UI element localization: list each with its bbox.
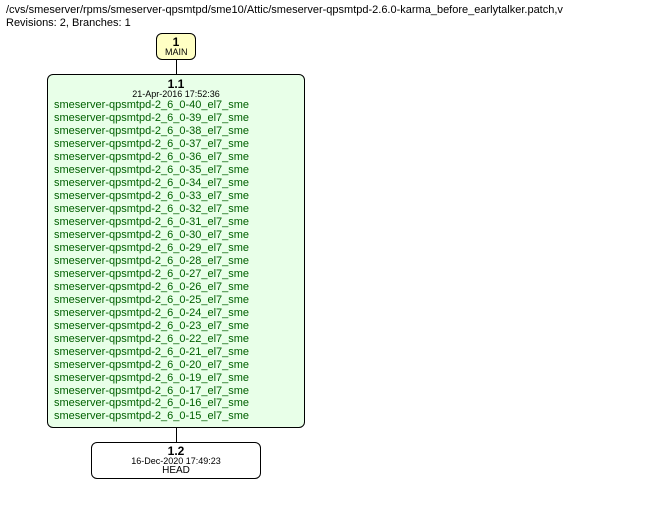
node-1-1[interactable]: 1.1 21-Apr-2016 17:52:36 smeserver-qpsmt… bbox=[47, 74, 305, 428]
tag-item: smeserver-qpsmtpd-2_6_0-33_el7_sme bbox=[54, 190, 298, 203]
tag-item: smeserver-qpsmtpd-2_6_0-31_el7_sme bbox=[54, 216, 298, 229]
tag-item: smeserver-qpsmtpd-2_6_0-39_el7_sme bbox=[54, 112, 298, 125]
tag-item: smeserver-qpsmtpd-2_6_0-34_el7_sme bbox=[54, 177, 298, 190]
tag-item: smeserver-qpsmtpd-2_6_0-21_el7_sme bbox=[54, 346, 298, 359]
tag-item: smeserver-qpsmtpd-2_6_0-16_el7_sme bbox=[54, 397, 298, 410]
tag-item: smeserver-qpsmtpd-2_6_0-20_el7_sme bbox=[54, 359, 298, 372]
tag-item: smeserver-qpsmtpd-2_6_0-36_el7_sme bbox=[54, 151, 298, 164]
tag-item: smeserver-qpsmtpd-2_6_0-24_el7_sme bbox=[54, 307, 298, 320]
tag-item: smeserver-qpsmtpd-2_6_0-40_el7_sme bbox=[54, 99, 298, 112]
tag-item: smeserver-qpsmtpd-2_6_0-26_el7_sme bbox=[54, 281, 298, 294]
tag-item: smeserver-qpsmtpd-2_6_0-38_el7_sme bbox=[54, 125, 298, 138]
tag-item: smeserver-qpsmtpd-2_6_0-35_el7_sme bbox=[54, 164, 298, 177]
tag-item: smeserver-qpsmtpd-2_6_0-19_el7_sme bbox=[54, 372, 298, 385]
tag-item: smeserver-qpsmtpd-2_6_0-25_el7_sme bbox=[54, 294, 298, 307]
node-1-2[interactable]: 1.2 16-Dec-2020 17:49:23 HEAD bbox=[91, 442, 261, 479]
node-1-2-label: HEAD bbox=[100, 466, 252, 476]
tag-item: smeserver-qpsmtpd-2_6_0-37_el7_sme bbox=[54, 138, 298, 151]
tag-item: smeserver-qpsmtpd-2_6_0-29_el7_sme bbox=[54, 242, 298, 255]
tag-item: smeserver-qpsmtpd-2_6_0-30_el7_sme bbox=[54, 229, 298, 242]
tag-item: smeserver-qpsmtpd-2_6_0-22_el7_sme bbox=[54, 333, 298, 346]
tag-item: smeserver-qpsmtpd-2_6_0-17_el7_sme bbox=[54, 385, 298, 398]
node-1-1-date: 21-Apr-2016 17:52:36 bbox=[54, 90, 298, 99]
node-main[interactable]: 1 MAIN bbox=[156, 33, 196, 60]
tag-list: smeserver-qpsmtpd-2_6_0-40_el7_smesmeser… bbox=[54, 99, 298, 423]
revision-meta: Revisions: 2, Branches: 1 bbox=[6, 17, 650, 29]
tag-item: smeserver-qpsmtpd-2_6_0-23_el7_sme bbox=[54, 320, 298, 333]
connector bbox=[176, 60, 177, 74]
tag-item: smeserver-qpsmtpd-2_6_0-15_el7_sme bbox=[54, 410, 298, 423]
connector bbox=[176, 428, 177, 442]
repo-path: /cvs/smeserver/rpms/smeserver-qpsmtpd/sm… bbox=[6, 4, 650, 16]
tag-item: smeserver-qpsmtpd-2_6_0-32_el7_sme bbox=[54, 203, 298, 216]
tag-item: smeserver-qpsmtpd-2_6_0-28_el7_sme bbox=[54, 255, 298, 268]
node-main-label: MAIN bbox=[165, 48, 187, 57]
tag-item: smeserver-qpsmtpd-2_6_0-27_el7_sme bbox=[54, 268, 298, 281]
